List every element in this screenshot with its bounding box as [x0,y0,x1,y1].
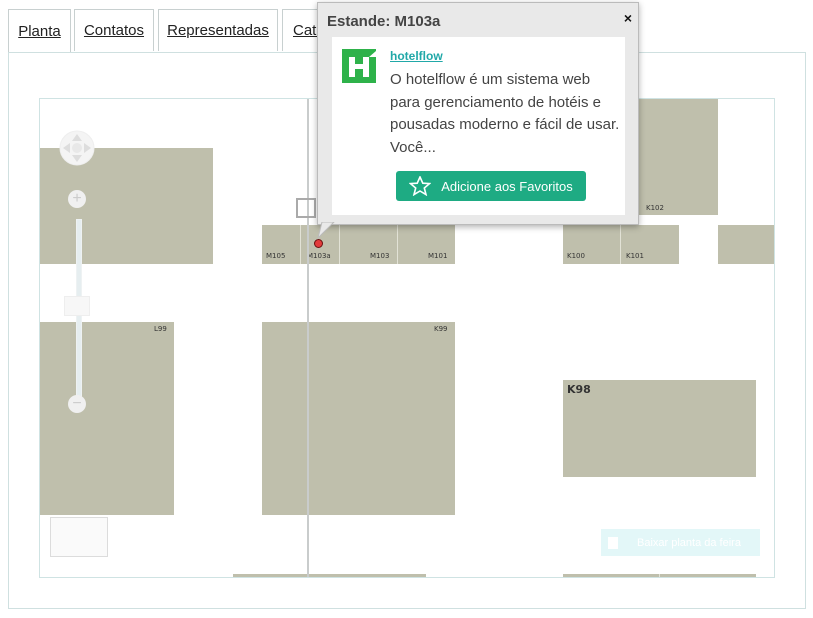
booth-k102[interactable]: K102 [638,99,718,215]
zoom-slider-handle[interactable] [64,296,90,316]
tab-planta[interactable]: Planta [8,9,71,53]
add-favorite-button[interactable]: Adicione aos Favoritos [396,171,586,201]
download-floorplan-button[interactable]: Baixar planta da feira [601,529,760,556]
minimap[interactable] [50,517,108,557]
popup-body: hotelflow O hotelflow é um sistema web p… [332,37,625,215]
tab-contatos[interactable]: Contatos [74,9,154,51]
company-description: O hotelflow é um sistema web para gerenc… [390,71,620,156]
tab-label: Representadas [167,22,269,39]
selection-square [296,198,316,218]
booth-label: M105 [266,252,286,260]
booth-label: K101 [626,252,644,260]
minus-icon: − [72,395,82,412]
star-icon [409,176,432,196]
booth-bottom[interactable] [233,574,426,577]
booth-bottom[interactable] [563,574,660,577]
booth-popup: Estande: M103a × hotelflow O hotelflow é… [317,2,639,225]
close-icon[interactable]: × [624,10,632,26]
popup-title: Estande: M103a [327,13,441,30]
tab-label: Planta [18,23,61,40]
tab-label: Contatos [83,22,145,39]
pan-arrows-icon [59,130,95,166]
map-divider-line [307,99,309,577]
booth-label: K98 [567,383,591,396]
zoom-in-button[interactable]: + [68,190,86,208]
download-label: Baixar planta da feira [637,536,741,549]
booth-label: M103 [370,252,390,260]
zoom-out-button[interactable]: − [68,395,86,413]
company-link[interactable]: hotelflow [390,49,443,63]
booth-bottom[interactable] [660,574,756,577]
booth-label: M101 [428,252,448,260]
pan-control[interactable] [58,129,96,167]
booth-k98[interactable]: K98 [563,380,756,477]
favorite-label: Adicione aos Favoritos [441,178,573,194]
booth-label: K100 [567,252,585,260]
booth-label: K102 [646,204,664,212]
tab-representadas[interactable]: Representadas [158,9,278,51]
popup-pointer [317,222,335,240]
booth-label: K99 [434,325,448,333]
booth-label: L99 [154,325,167,333]
company-logo [342,49,376,83]
booth-k99[interactable]: K99 [262,322,455,515]
booth-label: M103a [307,252,331,260]
booth-l99[interactable]: L99 [40,322,174,515]
plus-icon: + [72,190,82,207]
document-icon [608,536,618,549]
